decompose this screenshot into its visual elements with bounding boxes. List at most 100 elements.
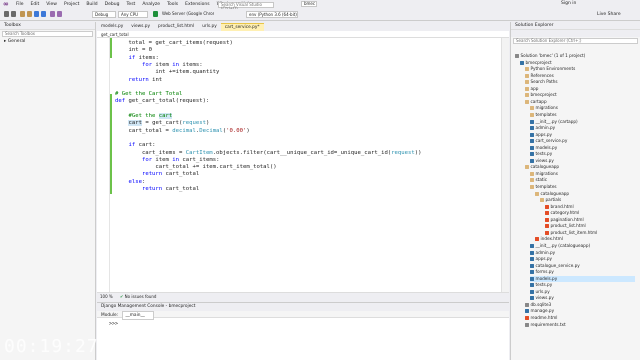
solution-item[interactable]: tests.py: [530, 151, 635, 157]
solution-item-label: static: [535, 177, 548, 183]
new-project-icon[interactable]: [20, 11, 25, 17]
tab-urls-py[interactable]: urls.py: [198, 23, 221, 31]
back-icon[interactable]: [4, 11, 9, 17]
html-file-icon: [535, 237, 539, 242]
solution-item[interactable]: templates: [530, 112, 635, 118]
python-file-icon: [530, 119, 534, 124]
code-token: :: [141, 178, 146, 185]
solution-item[interactable]: views.py: [530, 295, 635, 301]
run-icon[interactable]: [153, 11, 158, 17]
sign-in-link[interactable]: Sign in: [561, 1, 576, 6]
change-marker: [110, 94, 112, 194]
solution-item[interactable]: category.html: [545, 210, 635, 216]
save-icon[interactable]: [34, 11, 39, 17]
menu-analyze[interactable]: Analyze: [142, 2, 160, 7]
forward-icon[interactable]: [11, 11, 16, 17]
solution-item[interactable]: apps.py: [530, 256, 635, 262]
solution-item[interactable]: partials: [540, 197, 635, 203]
module-select[interactable]: __main__: [122, 311, 154, 320]
solution-item[interactable]: tests.py: [530, 282, 635, 288]
menu-project[interactable]: Project: [64, 2, 79, 7]
solution-item[interactable]: admin.py: [530, 250, 635, 256]
solution-item[interactable]: Solution 'bmec' (1 of 1 project): [515, 53, 635, 59]
save-all-icon[interactable]: [41, 11, 46, 17]
solution-item[interactable]: product_list.html: [545, 223, 635, 229]
solution-item[interactable]: urls.py: [530, 289, 635, 295]
open-file-icon[interactable]: [27, 11, 32, 17]
solution-item[interactable]: Search Paths: [525, 79, 635, 85]
solution-item[interactable]: References: [525, 73, 635, 79]
solution-item[interactable]: views.py: [530, 158, 635, 164]
solution-item[interactable]: app: [525, 86, 635, 92]
menu-view[interactable]: View: [46, 2, 57, 7]
solution-item[interactable]: product_list_item.html: [545, 230, 635, 236]
menu-extensions[interactable]: Extensions: [185, 2, 209, 7]
solution-item[interactable]: templates: [530, 184, 635, 190]
code-token: ): [205, 120, 210, 127]
solution-item[interactable]: admin.py: [530, 125, 635, 131]
solution-item[interactable]: pagination.html: [545, 217, 635, 223]
solution-item[interactable]: index.html: [535, 236, 635, 242]
menu-edit[interactable]: Edit: [31, 2, 40, 7]
solution-item[interactable]: __init__.py (cartapp): [530, 119, 635, 125]
tab-cart-service-py[interactable]: cart_service.py*: [220, 23, 264, 31]
solution-item[interactable]: apps.py: [530, 132, 635, 138]
console-prompt[interactable]: >>>: [97, 318, 509, 327]
solution-item[interactable]: requirements.txt: [525, 322, 635, 328]
menu-debug[interactable]: Debug: [105, 2, 120, 7]
undo-icon[interactable]: [50, 11, 55, 17]
tab-product-list-html[interactable]: product_list.html: [154, 23, 198, 31]
html-file-icon: [545, 217, 549, 222]
solution-item[interactable]: migrations: [530, 105, 635, 111]
platform-select[interactable]: Any CPU: [118, 11, 148, 18]
solution-explorer-search-input[interactable]: Search Solution Explorer (Ctrl+;): [513, 38, 638, 44]
solution-item-label: models.py: [535, 275, 558, 281]
solution-item[interactable]: readme.html: [525, 315, 635, 321]
menu-test[interactable]: Test: [126, 2, 135, 7]
solution-item[interactable]: models.py: [530, 275, 635, 282]
tab-models-py[interactable]: models.py: [97, 23, 127, 31]
solution-item[interactable]: bmecproject: [525, 92, 635, 98]
live-share-button[interactable]: Live Share: [597, 12, 621, 17]
configuration-select[interactable]: Debug: [92, 11, 116, 18]
code-line: # Get the Cart Total: [115, 91, 182, 98]
solution-item[interactable]: models.py: [530, 145, 635, 151]
menu-file[interactable]: File: [16, 2, 24, 7]
solution-item[interactable]: cartapp: [525, 99, 635, 105]
quick-launch-search[interactable]: Search Visual Studio (Ctrl+Q): [218, 2, 274, 11]
solution-item[interactable]: brand.html: [545, 204, 635, 210]
run-target-button[interactable]: Web Server (Google Chrome): [160, 11, 214, 18]
solution-item[interactable]: bmecproject: [520, 60, 635, 66]
editor-navigation-bar[interactable]: get_cart_total: [97, 31, 509, 38]
solution-item[interactable]: cart_service.py: [530, 138, 635, 144]
solution-item[interactable]: manage.py: [525, 308, 635, 314]
tab-views-py[interactable]: views.py: [127, 23, 154, 31]
solution-item[interactable]: catalogueapp: [525, 164, 635, 170]
python-environment-select[interactable]: env (Python 3.6 (64-bit)): [246, 11, 298, 18]
editor-scrollbar[interactable]: [501, 38, 509, 292]
solution-item[interactable]: catalogueapp: [535, 191, 635, 197]
file-icon: [515, 54, 519, 58]
toolbox-group-general[interactable]: ▸ General: [0, 39, 95, 44]
solution-item[interactable]: __init__.py (catalogueapp): [530, 243, 635, 249]
code-token: item: [152, 156, 173, 163]
code-line: for item in items:: [115, 62, 203, 69]
solution-item[interactable]: static: [530, 177, 635, 183]
toolbox-search-input[interactable]: Search Toolbox: [2, 31, 93, 37]
redo-icon[interactable]: [57, 11, 62, 17]
code-line: return int: [115, 77, 162, 84]
editor-tab-strip: models.py views.py product_list.html url…: [97, 22, 509, 31]
menu-tools[interactable]: Tools: [167, 2, 178, 7]
python-file-icon: [530, 243, 534, 248]
zoom-level[interactable]: 100 %: [100, 294, 113, 299]
solution-item[interactable]: Python Environments: [525, 66, 635, 72]
solution-item[interactable]: migrations: [530, 171, 635, 177]
solution-item[interactable]: db.sqlite3: [525, 302, 635, 308]
menu-build[interactable]: Build: [86, 2, 97, 7]
code-editor[interactable]: total = get_cart_items(request) int = 0 …: [97, 38, 509, 292]
solution-item[interactable]: forms.py: [530, 269, 635, 275]
solution-item[interactable]: catalogue_service.py: [530, 263, 635, 269]
code-token: for: [141, 156, 153, 163]
